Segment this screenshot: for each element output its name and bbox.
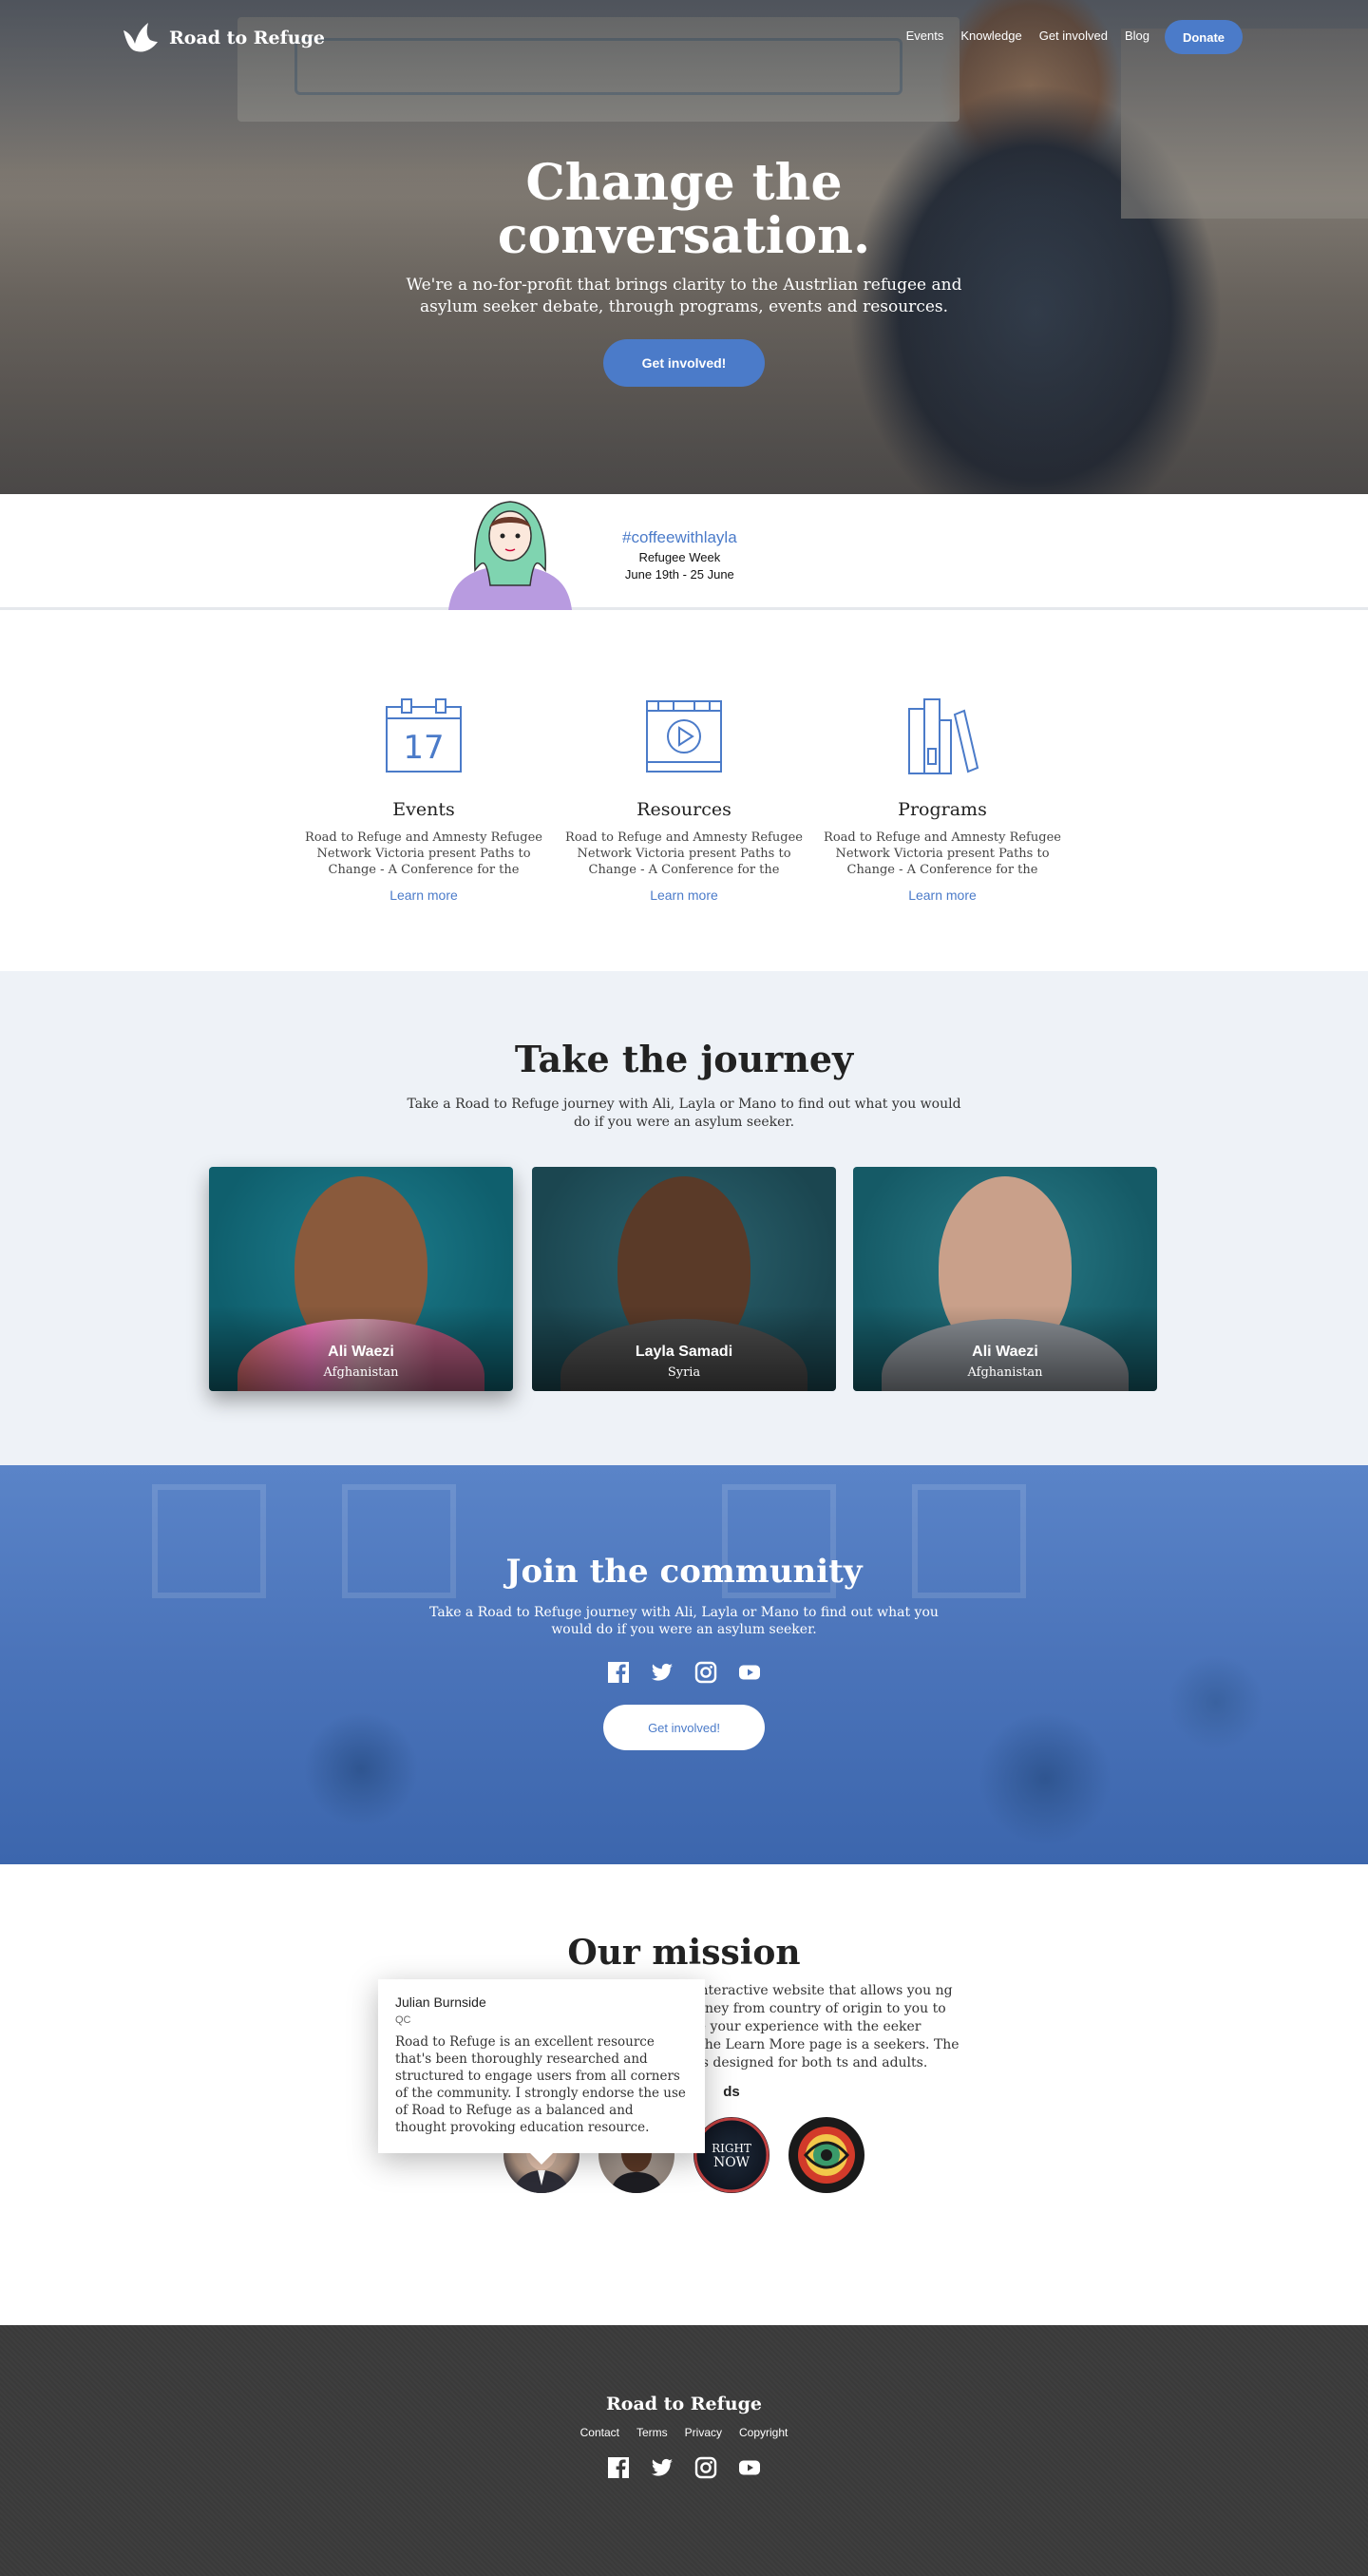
journey-card[interactable]: Ali Waezi Afghanistan	[853, 1167, 1157, 1391]
banner-text: #coffeewithlayla Refugee Week June 19th …	[622, 528, 737, 582]
community-title: Join the community	[505, 1553, 863, 1591]
feature-learn-more-link[interactable]: Learn more	[305, 887, 542, 903]
journey-card[interactable]: Ali Waezi Afghanistan	[209, 1167, 513, 1391]
journey-text: Take a Road to Refuge journey with Ali, …	[407, 1097, 961, 1130]
instagram-icon[interactable]	[694, 2456, 717, 2479]
feature-text: Road to Refuge and Amnesty Refugee Netwo…	[565, 830, 803, 877]
card-name: Ali Waezi	[972, 1344, 1038, 1360]
youtube-icon[interactable]	[738, 1661, 761, 1684]
hero-get-involved-button[interactable]: Get involved!	[603, 339, 765, 387]
journey-title: Take the journey	[514, 1038, 854, 1080]
community-get-involved-button[interactable]: Get involved!	[603, 1705, 765, 1750]
card-name: Ali Waezi	[328, 1344, 394, 1360]
feature-programs: Programs Road to Refuge and Amnesty Refu…	[824, 696, 1061, 903]
hero-subtitle: We're a no-for-profit that brings clarit…	[406, 276, 962, 316]
books-icon	[908, 698, 979, 774]
endorser-logo-avatar[interactable]	[788, 2117, 864, 2193]
mission-title: Our mission	[567, 1933, 801, 1973]
footer-link-terms[interactable]: Terms	[636, 2426, 668, 2439]
layla-illustration	[439, 494, 581, 610]
nav-item-events[interactable]: Events	[906, 29, 944, 43]
calendar-day-number: 17	[403, 729, 444, 767]
hero-title: Change the conversation.	[497, 154, 871, 265]
feature-events: 17 Events Road to Refuge and Amnesty Ref…	[305, 696, 542, 903]
instagram-icon[interactable]	[694, 1661, 717, 1684]
tooltip-role: QC	[395, 2014, 411, 2026]
coffee-with-layla-banner[interactable]: #coffeewithlayla Refugee Week June 19th …	[0, 494, 1368, 610]
site-footer: Road to Refuge Contact Terms Privacy Cop…	[0, 2325, 1368, 2576]
nav-item-knowledge[interactable]: Knowledge	[960, 29, 1021, 43]
tooltip-quote: Road to Refuge is an excellent resource …	[395, 2034, 686, 2135]
youtube-icon[interactable]	[738, 2456, 761, 2479]
card-country: Afghanistan	[967, 1365, 1043, 1380]
card-name: Layla Samadi	[635, 1344, 733, 1360]
feature-title: Resources	[636, 799, 732, 820]
dove-icon	[124, 23, 158, 52]
facebook-icon[interactable]	[607, 2456, 630, 2479]
brand-name: Road to Refuge	[169, 28, 325, 48]
tooltip-name: Julian Burnside	[395, 1994, 486, 2010]
feature-title: Events	[392, 799, 455, 820]
facebook-icon[interactable]	[607, 1661, 630, 1684]
community-section: Join the community Take a Road to Refuge…	[0, 1465, 1368, 1864]
footer-link-copyright[interactable]: Copyright	[739, 2426, 788, 2439]
svg-text:RIGHT: RIGHT	[712, 2142, 751, 2155]
banner-event-dates: June 19th - 25 June	[624, 567, 734, 582]
donate-button[interactable]: Donate	[1165, 20, 1243, 54]
community-text: Take a Road to Refuge journey with Ali, …	[429, 1605, 939, 1637]
footer-social-links	[0, 2456, 1368, 2479]
endorsement-tooltip: Julian Burnside QC Road to Refuge is an …	[378, 1979, 705, 2165]
feature-learn-more-link[interactable]: Learn more	[565, 887, 803, 903]
calendar-icon: 17	[386, 698, 462, 773]
brand-logo[interactable]: Road to Refuge	[120, 19, 325, 57]
features-section: 17 Events Road to Refuge and Amnesty Ref…	[0, 610, 1368, 971]
banner-event-name: Refugee Week	[638, 550, 721, 564]
feature-resources: Resources Road to Refuge and Amnesty Ref…	[565, 696, 803, 903]
mission-section: Our mission nal and interactive website …	[0, 1864, 1368, 2325]
feature-text: Road to Refuge and Amnesty Refugee Netwo…	[824, 830, 1061, 877]
twitter-icon[interactable]	[651, 1661, 674, 1684]
community-social-links	[0, 1661, 1368, 1684]
community-content: Join the community Take a Road to Refuge…	[0, 1553, 1368, 1750]
right-now-avatar[interactable]: RIGHT NOW	[694, 2117, 770, 2193]
nav-item-get-involved[interactable]: Get involved	[1039, 29, 1108, 43]
nav-item-blog[interactable]: Blog	[1125, 29, 1150, 43]
footer-links: Contact Terms Privacy Copyright	[0, 2426, 1368, 2439]
feature-title: Programs	[898, 799, 987, 820]
feature-learn-more-link[interactable]: Learn more	[824, 887, 1061, 903]
footer-link-privacy[interactable]: Privacy	[685, 2426, 722, 2439]
card-country: Syria	[667, 1365, 701, 1380]
top-navigation: Road to Refuge Events Knowledge Get invo…	[0, 0, 1368, 74]
card-country: Afghanistan	[323, 1365, 399, 1380]
twitter-icon[interactable]	[651, 2456, 674, 2479]
hero-copy: Change the conversation. We're a no-for-…	[0, 157, 1368, 387]
journey-card[interactable]: Layla Samadi Syria	[532, 1167, 836, 1391]
footer-brand: Road to Refuge	[606, 2394, 762, 2414]
hero-section: Road to Refuge Events Knowledge Get invo…	[0, 0, 1368, 494]
footer-link-contact[interactable]: Contact	[580, 2426, 619, 2439]
banner-hashtag[interactable]: #coffeewithlayla	[622, 528, 737, 547]
journey-section: Take the journey Take a Road to Refuge j…	[0, 971, 1368, 1465]
svg-text:NOW: NOW	[713, 2155, 750, 2170]
feature-text: Road to Refuge and Amnesty Refugee Netwo…	[305, 830, 542, 877]
main-menu: Events Knowledge Get involved Blog	[906, 29, 1150, 43]
video-icon	[646, 700, 722, 773]
